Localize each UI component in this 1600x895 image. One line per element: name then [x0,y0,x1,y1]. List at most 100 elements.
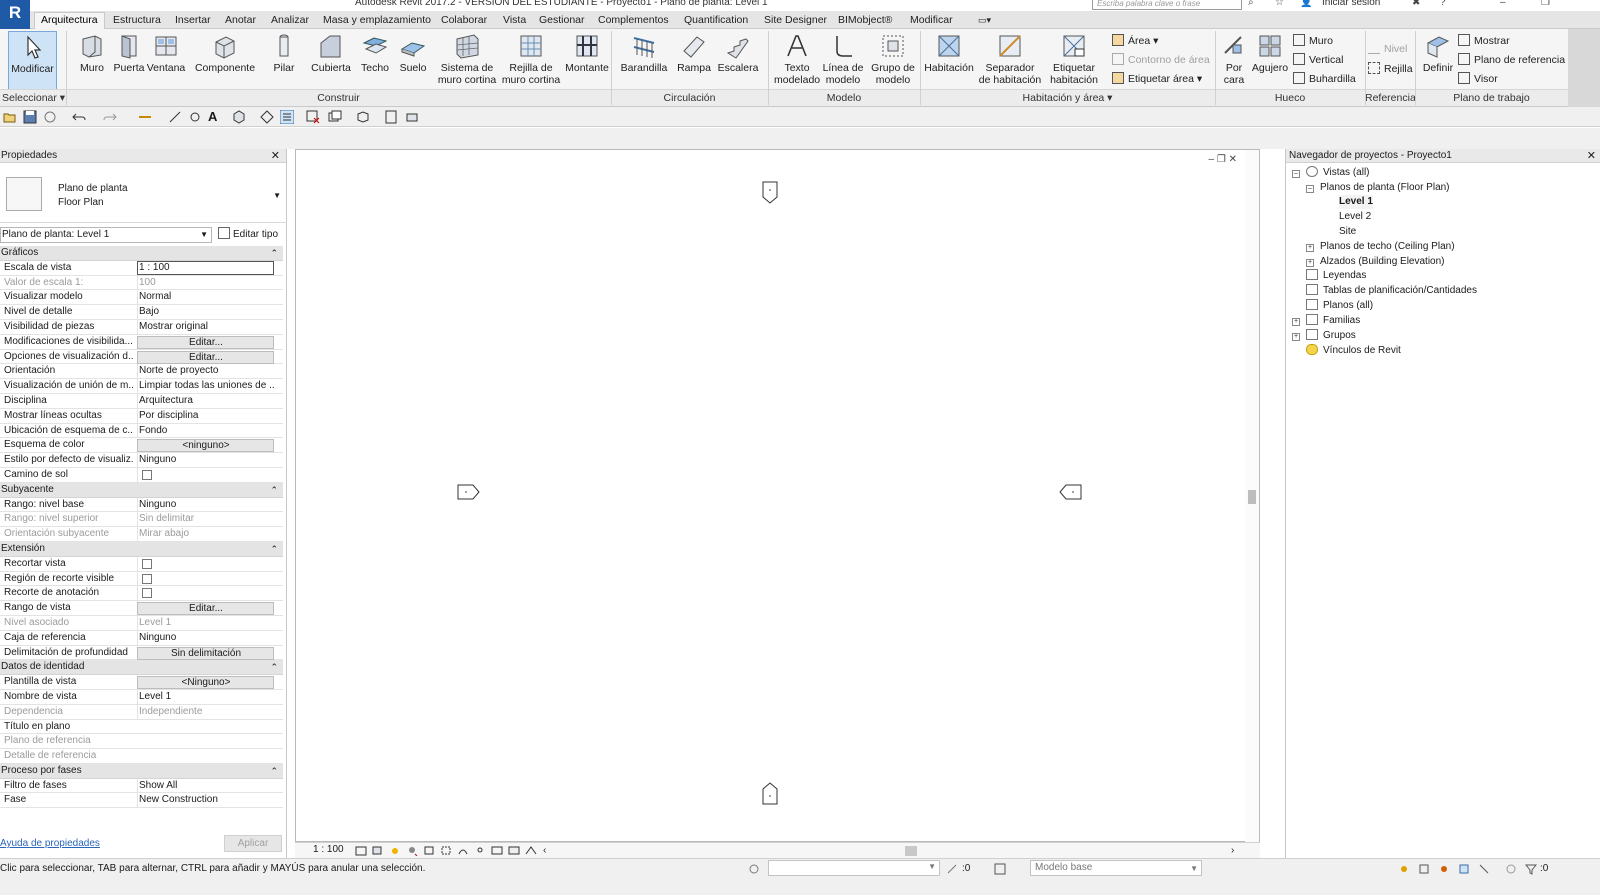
model-group-button[interactable]: Grupo de modelo [870,31,916,91]
tab-modificar[interactable]: Modificar [904,13,959,29]
tab-vista[interactable]: Vista [497,13,532,29]
maximize-icon[interactable]: ❐ [1541,0,1550,8]
panel-select-label[interactable]: Seleccionar ▾ [0,89,66,106]
tab-gestionar[interactable]: Gestionar [533,13,591,29]
section-phasing[interactable]: Proceso por fases ⌃ [0,763,283,779]
design-option-dropdown[interactable]: Modelo base ▼ [1030,860,1202,876]
tree-node-floor-plans[interactable]: – Planos de planta (Floor Plan) [1306,181,1450,195]
tab-site-designer[interactable]: Site Designer [758,13,833,29]
tree-node-site[interactable]: Site [1339,225,1356,239]
unlocked-3d-icon[interactable] [457,845,469,856]
expand-icon[interactable]: + [1292,333,1300,341]
view-scale-input[interactable]: 1 : 100 [137,260,274,275]
room-separator-button[interactable]: Separador de habitación [977,31,1043,91]
search-input[interactable]: Escriba palabra clave o frase [1092,0,1242,10]
select-pinned-icon[interactable] [1438,863,1450,875]
tab-complementos[interactable]: Complementos [592,13,675,29]
ceiling-button[interactable]: Techo [358,31,392,91]
tag-area-button[interactable]: Etiquetar área ▾ [1112,71,1202,87]
measure-icon[interactable] [138,110,152,124]
model-text-button[interactable]: Texto modelado [774,31,820,91]
visual-style-icon[interactable] [372,845,384,856]
dimension-icon[interactable] [168,110,182,124]
elevation-marker-west[interactable] [456,482,482,502]
horizontal-scrollbar-thumb[interactable] [905,846,917,856]
subscription-icon[interactable]: ☆ [1275,0,1284,8]
roof-button[interactable]: Cubierta [309,31,353,91]
workset-dropdown[interactable]: ▼ [768,860,940,876]
text-icon[interactable]: A [208,110,222,124]
reference-plane-button[interactable]: Plano de referencia [1458,52,1565,68]
temporary-hide-icon[interactable] [474,845,486,856]
viewer-button[interactable]: Visor [1458,71,1498,87]
reveal-hidden-icon[interactable] [491,845,503,856]
color-scheme-button[interactable]: <ninguno> [137,439,274,453]
dormer-button[interactable]: Buhardilla [1293,71,1356,87]
shadows-icon[interactable] [406,845,418,856]
scroll-right-icon[interactable]: › [1231,845,1243,856]
open-icon[interactable] [3,110,17,124]
expand-icon[interactable]: + [1292,318,1300,326]
analytical-model-icon[interactable] [508,845,520,856]
edit-button[interactable]: Editar... [137,350,274,364]
crop-region-visible-checkbox[interactable] [142,573,152,584]
tab-analizar[interactable]: Analizar [265,13,315,29]
tree-node-legends[interactable]: Leyendas [1306,269,1366,283]
window-button[interactable]: Ventana [146,31,186,91]
redo-icon[interactable] [103,110,117,124]
railing-button[interactable]: Barandilla [620,31,668,91]
instance-filter-dropdown[interactable]: Plano de planta: Level 1 ▼ [0,227,212,243]
crop-region-icon[interactable] [440,845,452,856]
elevation-marker-south[interactable] [760,780,780,806]
show-workplane-button[interactable]: Mostrar [1458,33,1510,49]
3d-view-icon[interactable] [232,110,246,124]
tab-bimobject[interactable]: BIMobject® [832,13,898,29]
ribbon-scrollbar[interactable] [1568,29,1600,107]
view-range-edit-button[interactable]: Editar... [137,602,274,616]
worksets-icon[interactable] [748,863,760,875]
tree-node-families[interactable]: + Familias [1292,314,1360,328]
signin-link[interactable]: Iniciar sesión [1322,0,1380,8]
chevron-down-icon[interactable]: ▼ [273,191,281,200]
crop-view-icon[interactable] [423,845,435,856]
sun-path-checkbox[interactable] [142,469,152,480]
area-button[interactable]: Área ▾ [1112,33,1158,49]
tab-estructura[interactable]: Estructura [107,13,167,29]
wall-opening-button[interactable]: Muro [1293,33,1333,49]
area-boundary-button[interactable]: Contorno de área [1112,52,1210,68]
browser-toggle-icon[interactable] [384,110,398,124]
undo-icon[interactable] [72,110,86,124]
tree-node-views[interactable]: – Vistas (all) [1292,166,1370,180]
shaft-button[interactable]: Agujero [1250,31,1290,91]
select-underlay-icon[interactable] [1418,863,1430,875]
mullion-button[interactable]: Montante [563,31,611,91]
expand-icon[interactable]: + [1306,259,1314,267]
annotation-crop-checkbox[interactable] [142,588,152,599]
view-name-input[interactable]: Level 1 [137,689,274,704]
tab-arquitectura[interactable]: Arquitectura [34,12,105,30]
help-icon[interactable]: ? [1440,0,1446,8]
tree-node-level-1[interactable]: Level 1 [1339,195,1373,209]
properties-help-link[interactable]: Ayuda de propiedades [0,838,100,849]
tree-node-groups[interactable]: + Grupos [1292,329,1356,343]
tree-node-schedules[interactable]: Tablas de planificación/Cantidades [1306,284,1477,298]
design-options-icon[interactable] [994,863,1006,875]
background-process-icon[interactable] [1505,863,1517,875]
exchange-icon[interactable]: ✖ [1412,0,1420,8]
tab-masa-emplazamiento[interactable]: Masa y emplazamiento [317,13,437,29]
elevation-marker-north[interactable] [760,180,780,206]
minimize-icon[interactable]: – [1209,154,1215,165]
view-scale-button[interactable]: 1 : 100 [313,844,344,855]
section-graphics[interactable]: Gráficos ⌃ [0,246,283,261]
tab-anotar[interactable]: Anotar [219,13,262,29]
door-button[interactable]: Puerta [112,31,146,91]
scroll-left-icon[interactable]: ‹ [543,845,555,856]
filter-icon[interactable] [1525,863,1537,875]
minimize-icon[interactable]: – [1500,0,1506,8]
user-icon[interactable]: 👤 [1300,0,1312,8]
switch-windows-icon[interactable] [328,110,342,124]
expand-icon[interactable]: + [1306,244,1314,252]
thin-lines-icon[interactable] [280,110,294,124]
collapse-icon[interactable]: – [1306,185,1314,193]
apply-button[interactable]: Aplicar [224,835,282,852]
